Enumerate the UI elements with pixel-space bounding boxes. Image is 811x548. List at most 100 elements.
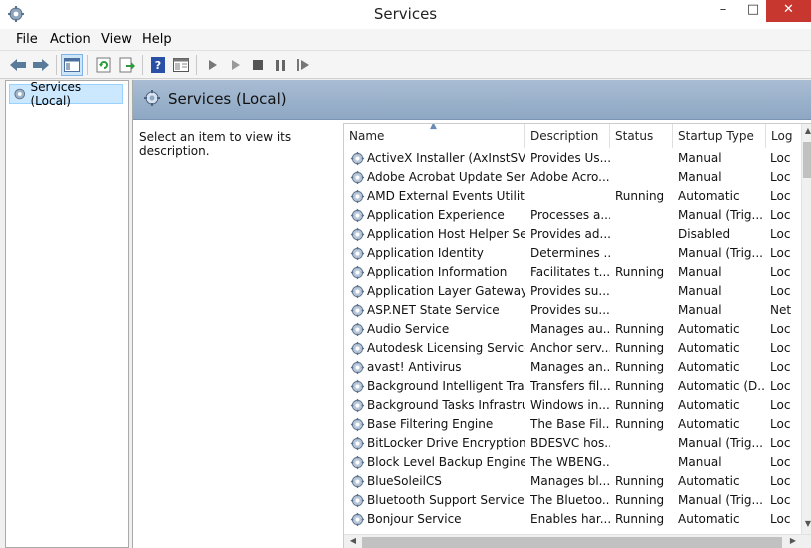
tree-item-services-local[interactable]: Services (Local) (9, 80, 123, 108)
menu-file[interactable]: File (16, 32, 38, 47)
pause-service-icon[interactable] (270, 54, 292, 76)
description-prompt: Select an item to view its description. (139, 130, 292, 158)
service-description: The Bluetoo... (530, 493, 610, 507)
service-status (615, 244, 673, 263)
close-button[interactable]: ✕ (766, 0, 811, 22)
service-name: Application Identity (367, 246, 484, 260)
service-status: Running (615, 417, 665, 431)
service-name: Autodesk Licensing Service (367, 341, 525, 355)
service-status: Running (615, 189, 665, 203)
service-row[interactable]: Bonjour Service Enables har... Running Auto… (344, 510, 802, 529)
sort-ascending-icon: ▲ (430, 124, 437, 131)
service-description: Provides ad... (530, 227, 610, 241)
service-row[interactable]: Application Identity Determines ... Manual… (344, 244, 802, 263)
service-startup-type: Manual (678, 151, 722, 165)
service-row[interactable]: Audio Service Manages au... Running Automat… (344, 320, 802, 339)
column-header-description[interactable]: Description (525, 124, 610, 148)
content-header-title: Services (Local) (168, 90, 287, 108)
service-status (615, 168, 673, 187)
export-list-icon[interactable] (116, 54, 138, 76)
column-header-startup-type[interactable]: Startup Type (673, 124, 766, 148)
minimize-button[interactable]: – (708, 0, 738, 22)
restart-service-icon[interactable] (293, 54, 315, 76)
service-log-on-as: Loc (770, 284, 791, 298)
refresh-icon[interactable] (93, 54, 115, 76)
service-status (615, 225, 673, 244)
service-row[interactable]: Autodesk Licensing Service Anchor serv...… (344, 339, 802, 358)
services-rows: ActiveX Installer (AxInstSV) Provides Us.… (344, 149, 802, 529)
service-status: Running (615, 474, 665, 488)
service-log-on-as: Loc (770, 208, 791, 222)
column-header-name[interactable]: ▲ Name (344, 124, 525, 148)
service-description: Anchor serv... (530, 341, 610, 355)
service-startup-type: Automatic (678, 189, 740, 203)
service-gear-icon (350, 322, 366, 338)
toolbar-separator (142, 55, 143, 75)
service-row[interactable]: BlueSoleilCS Manages bl... Running Automati… (344, 472, 802, 491)
service-description: Manages au... (530, 322, 610, 336)
service-name: Application Information (367, 265, 508, 279)
start-service-alt-icon[interactable] (225, 54, 247, 76)
service-name: AMD External Events Utility (367, 189, 525, 203)
service-row[interactable]: Base Filtering Engine The Base Fil... Runn… (344, 415, 802, 434)
scroll-right-icon[interactable]: ▶ (786, 536, 800, 548)
properties-icon[interactable] (170, 54, 192, 76)
service-name: BitLocker Drive Encryption ... (367, 436, 525, 450)
stop-service-icon[interactable] (247, 54, 269, 76)
service-description: The WBENG... (530, 455, 610, 469)
service-row[interactable]: BitLocker Drive Encryption ... BDESVC hos… (344, 434, 802, 453)
service-name: Background Tasks Infrastru... (367, 398, 525, 412)
service-row[interactable]: ActiveX Installer (AxInstSV) Provides Us.… (344, 149, 802, 168)
service-status: Running (615, 265, 665, 279)
service-description: Enables har... (530, 512, 610, 526)
horizontal-scroll-thumb[interactable] (362, 537, 782, 548)
help-icon[interactable]: ? (147, 54, 169, 76)
service-row[interactable]: Background Tasks Infrastru... Windows in.… (344, 396, 802, 415)
service-startup-type: Manual (678, 265, 722, 279)
service-name: Audio Service (367, 322, 450, 336)
scroll-up-icon[interactable]: ▲ (802, 126, 811, 140)
service-log-on-as: Loc (770, 360, 791, 374)
service-row[interactable]: ASP.NET State Service Provides su... Manua… (344, 301, 802, 320)
menu-view[interactable]: View (101, 32, 132, 47)
back-arrow-icon[interactable] (7, 54, 29, 76)
column-header-log-on-as[interactable]: Log (766, 124, 802, 148)
service-description: Determines ... (530, 246, 610, 260)
service-log-on-as: Loc (770, 512, 791, 526)
scroll-left-icon[interactable]: ◀ (346, 536, 360, 548)
service-gear-icon (350, 455, 366, 471)
menu-help[interactable]: Help (142, 32, 172, 47)
service-row[interactable]: avast! Antivirus Manages an... Running Auto… (344, 358, 802, 377)
service-row[interactable]: Application Experience Processes a... Manu… (344, 206, 802, 225)
service-description: The Base Fil... (530, 417, 610, 431)
service-gear-icon (350, 512, 366, 528)
service-row[interactable]: Bluetooth Support Service The Bluetoo... R… (344, 491, 802, 510)
service-description: Adobe Acro... (530, 170, 610, 184)
service-row[interactable]: Application Host Helper Ser... Provides a… (344, 225, 802, 244)
scroll-down-icon[interactable]: ▼ (802, 519, 811, 533)
service-log-on-as: Loc (770, 436, 791, 450)
service-gear-icon (350, 265, 366, 281)
service-row[interactable]: AMD External Events Utility Running Automa… (344, 187, 802, 206)
toolbar: ? (0, 51, 811, 79)
service-row[interactable]: Adobe Acrobat Update Serv... Adobe Acro..… (344, 168, 802, 187)
show-hide-console-tree-icon[interactable] (61, 54, 83, 76)
toolbar-separator (196, 55, 197, 75)
service-startup-type: Automatic (678, 360, 740, 374)
forward-arrow-icon[interactable] (30, 54, 52, 76)
service-row[interactable]: Background Intelligent Tran... Transfers … (344, 377, 802, 396)
menu-action[interactable]: Action (50, 32, 91, 47)
maximize-button[interactable]: □ (738, 0, 768, 22)
service-row[interactable]: Application Information Facilitates t... R… (344, 263, 802, 282)
vertical-scroll-thumb[interactable] (803, 142, 811, 178)
service-row[interactable]: Block Level Backup Engine ... The WBENG..… (344, 453, 802, 472)
horizontal-scrollbar[interactable]: ◀ ▶ (344, 534, 811, 548)
description-pane: Select an item to view its description. (133, 121, 333, 548)
vertical-scrollbar[interactable]: ▲ ▼ (801, 124, 811, 534)
menu-bar: File Action View Help (0, 29, 811, 51)
service-status: Running (615, 493, 665, 507)
start-service-icon[interactable] (202, 54, 224, 76)
service-row[interactable]: Application Layer Gateway ... Provides su… (344, 282, 802, 301)
column-header-status[interactable]: Status (610, 124, 673, 148)
service-gear-icon (350, 379, 366, 395)
